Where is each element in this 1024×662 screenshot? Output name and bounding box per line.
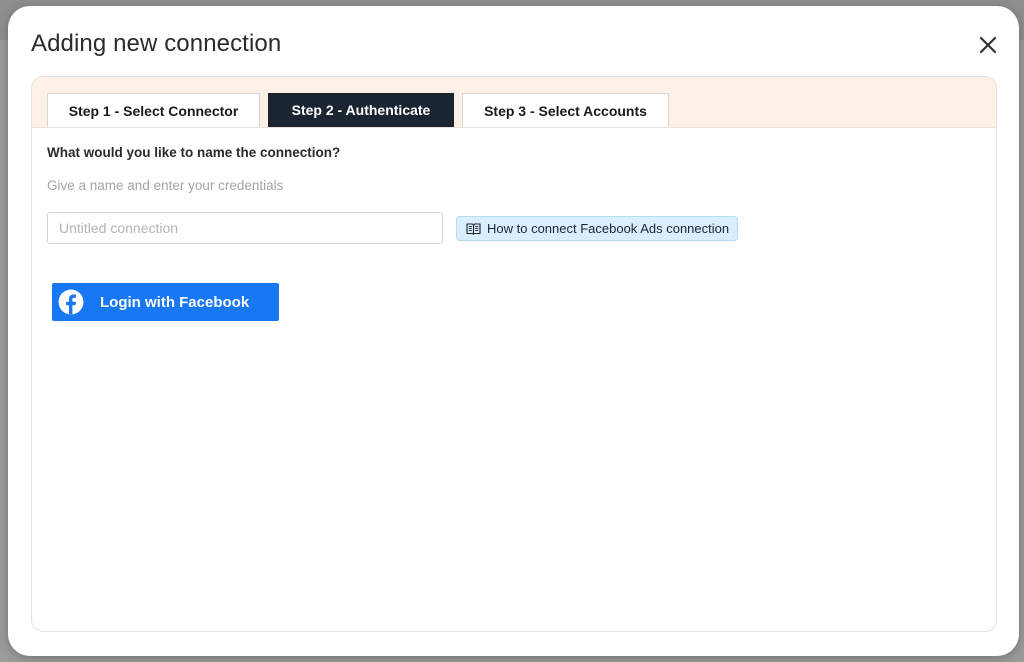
- connection-panel: Step 1 - Select Connector Step 2 - Authe…: [31, 76, 997, 632]
- steps-header: Step 1 - Select Connector Step 2 - Authe…: [32, 77, 996, 128]
- close-button[interactable]: [975, 32, 1001, 58]
- login-with-facebook-button[interactable]: Login with Facebook: [52, 283, 279, 321]
- tab-step-3-select-accounts[interactable]: Step 3 - Select Accounts: [462, 93, 669, 127]
- login-with-facebook-label: Login with Facebook: [100, 293, 250, 311]
- tab-step-2-authenticate[interactable]: Step 2 - Authenticate: [268, 93, 454, 127]
- add-connection-modal: Adding new connection Step 1 - Select Co…: [8, 6, 1019, 656]
- connection-name-hint: Give a name and enter your credentials: [47, 178, 284, 193]
- facebook-icon: [58, 289, 84, 315]
- close-icon: [979, 36, 997, 54]
- connection-name-input[interactable]: [47, 212, 443, 244]
- connection-name-question: What would you like to name the connecti…: [47, 145, 341, 160]
- modal-title: Adding new connection: [31, 30, 282, 57]
- tab-step-1-select-connector[interactable]: Step 1 - Select Connector: [47, 93, 260, 127]
- help-link-label: How to connect Facebook Ads connection: [487, 221, 730, 236]
- book-icon: [466, 223, 481, 235]
- help-facebook-ads-link[interactable]: How to connect Facebook Ads connection: [456, 216, 739, 241]
